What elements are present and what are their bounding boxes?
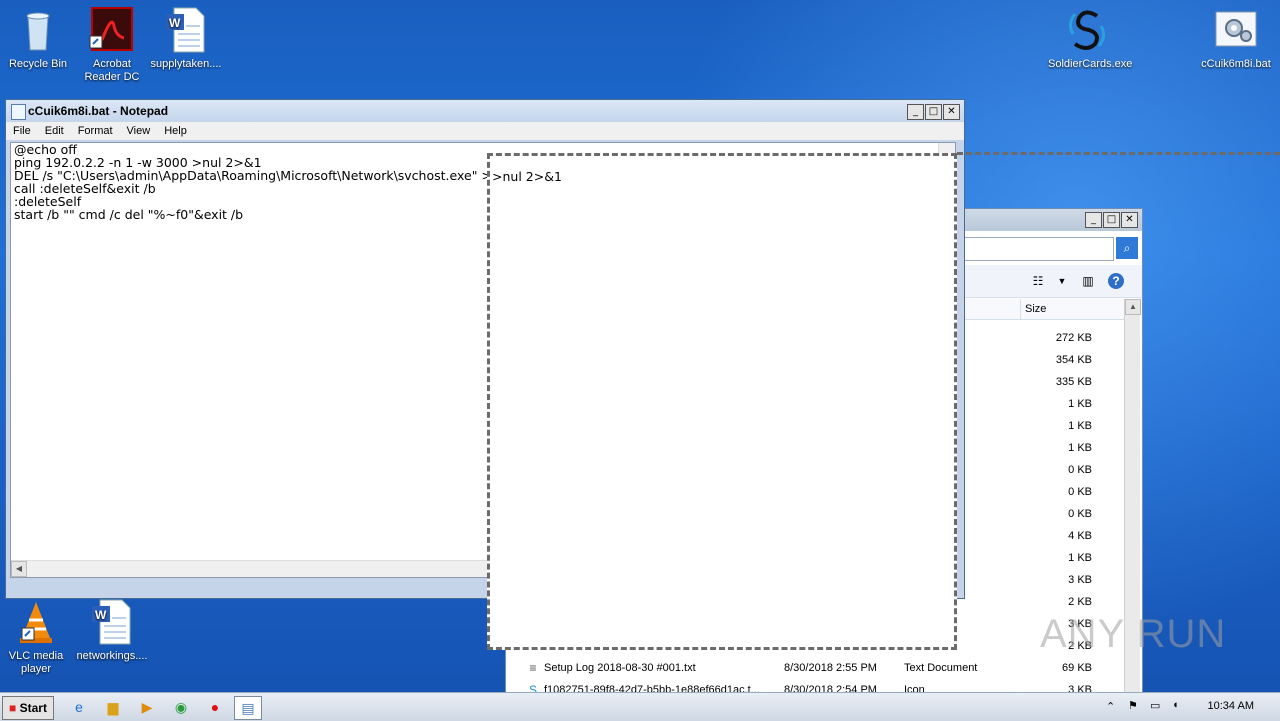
close-button[interactable]: ✕ [1121, 212, 1138, 228]
system-tray: ⌃ ⚑ ▭ ◖ 10:34 AM [1106, 693, 1280, 721]
flag-icon[interactable]: ⚑ [1128, 699, 1138, 712]
skype-icon [1063, 6, 1111, 54]
desktop-icon-label: Acrobat Reader DC [84, 58, 140, 83]
file-name: Setup Log 2018-08-30 #001.txt [544, 662, 696, 674]
vlc-icon [12, 598, 60, 646]
maximize-button[interactable]: □ [1103, 212, 1120, 228]
scroll-up-arrow-icon[interactable]: ▲ [1125, 299, 1141, 315]
windows-logo-icon: ■ [9, 701, 17, 715]
file-size: 69 KB [1062, 662, 1092, 674]
file-size: 1 KB [1068, 442, 1092, 454]
desktop-icon-label: supplytaken.... [150, 58, 222, 70]
desktop-icon-recycle-bin[interactable]: Recycle Bin [0, 6, 76, 71]
word-doc-icon: W [162, 6, 210, 54]
desktop-icon-label: cCuik6m8i.bat [1201, 58, 1271, 70]
file-size: 1 KB [1068, 420, 1092, 432]
file-size: 4 KB [1068, 530, 1092, 542]
desktop-icon-acrobat[interactable]: Acrobat Reader DC [74, 6, 150, 84]
acrobat-icon [88, 6, 136, 54]
minimize-button[interactable]: _ [907, 104, 924, 120]
view-options-icon[interactable]: ☷ [1030, 273, 1046, 289]
preview-pane-icon[interactable]: ▥ [1080, 273, 1096, 289]
desktop-icon-label: VLC media player [8, 650, 64, 675]
file-size: 1 KB [1068, 398, 1092, 410]
window-title: cCuik6m8i.bat - Notepad [28, 104, 169, 118]
file-size: 0 KB [1068, 464, 1092, 476]
file-content[interactable]: @echo off ping 192.0.2.2 -n 1 -w 3000 >n… [14, 143, 551, 221]
window-drag-outline [487, 153, 957, 650]
window-drag-outline-edge [957, 152, 1280, 158]
file-size: 272 KB [1055, 332, 1092, 344]
menu-file[interactable]: File [6, 122, 38, 140]
file-row[interactable]: ≡ Setup Log 2018-08-30 #001.txt 8/30/2018 … [506, 657, 1124, 679]
menu-help[interactable]: Help [157, 122, 194, 140]
media-player-icon[interactable]: ▶ [134, 696, 160, 718]
clock[interactable]: 10:34 AM [1208, 700, 1254, 712]
text-file-icon: ≡ [529, 661, 537, 675]
folder-icon[interactable]: ▆ [100, 696, 126, 718]
file-size: 354 KB [1055, 354, 1092, 366]
ie-icon[interactable]: e [66, 696, 92, 718]
start-button[interactable]: ■ Start [2, 696, 54, 720]
desktop-icon-networkings[interactable]: W networkings.... [74, 598, 150, 663]
word-doc-icon: W [88, 598, 136, 646]
file-size: 3 KB [1068, 574, 1092, 586]
desktop-icon-soldiercards[interactable]: SoldierCards.exe [1048, 6, 1133, 71]
column-header-size[interactable]: Size [1020, 299, 1101, 319]
close-button[interactable]: ✕ [943, 104, 960, 120]
notepad-titlebar[interactable]: cCuik6m8i.bat - Notepad _ □ ✕ [6, 100, 964, 122]
desktop-icon-bat-file[interactable]: cCuik6m8i.bat [1196, 6, 1276, 71]
help-icon[interactable]: ? [1108, 273, 1124, 289]
file-size: 335 KB [1055, 376, 1092, 388]
menu-format[interactable]: Format [71, 122, 120, 140]
taskbar: ■ Start e ▆ ▶ ◉ ● ▤ ⌃ ⚑ ▭ ◖ 10:34 AM [0, 692, 1280, 721]
desktop-icon-label: Recycle Bin [8, 58, 68, 70]
chrome-icon[interactable]: ◉ [168, 696, 194, 718]
anyrun-watermark: ANY RUN [1040, 612, 1227, 656]
network-icon[interactable]: ▭ [1150, 699, 1160, 712]
desktop-icon-vlc[interactable]: VLC media player [0, 598, 72, 676]
svg-text:W: W [95, 608, 107, 622]
overlay-text: >nul 2>&1 [492, 169, 562, 184]
desktop-icon-label: SoldierCards.exe [1048, 58, 1133, 70]
desktop-icon-supplytaken[interactable]: W supplytaken.... [148, 6, 224, 71]
file-type: Text Document [904, 662, 978, 674]
file-size: 0 KB [1068, 508, 1092, 520]
file-size: 2 KB [1068, 596, 1092, 608]
start-label: Start [19, 701, 47, 715]
menu-view[interactable]: View [120, 122, 158, 140]
scroll-left-arrow-icon[interactable]: ◀ [11, 561, 27, 577]
minimize-button[interactable]: _ [1085, 212, 1102, 228]
show-hidden-icons-icon[interactable]: ⌃ [1106, 700, 1115, 713]
search-icon[interactable]: ⌕ [1116, 237, 1138, 259]
volume-icon[interactable]: ◖ [1172, 699, 1179, 711]
svg-text:W: W [169, 16, 181, 30]
menu-bar: File Edit Format View Help [6, 122, 964, 140]
recycle-bin-icon [14, 6, 62, 54]
chevron-down-icon[interactable]: ▼ [1054, 273, 1070, 289]
menu-edit[interactable]: Edit [38, 122, 71, 140]
maximize-button[interactable]: □ [925, 104, 942, 120]
opera-icon[interactable]: ● [202, 696, 228, 718]
notepad-icon [11, 104, 26, 120]
gear-file-icon [1212, 6, 1260, 54]
notepad-taskbar-button[interactable]: ▤ [234, 696, 262, 720]
desktop-icon-label: networkings.... [76, 650, 148, 662]
file-date: 8/30/2018 2:55 PM [784, 662, 877, 674]
file-size: 0 KB [1068, 486, 1092, 498]
file-size: 1 KB [1068, 552, 1092, 564]
